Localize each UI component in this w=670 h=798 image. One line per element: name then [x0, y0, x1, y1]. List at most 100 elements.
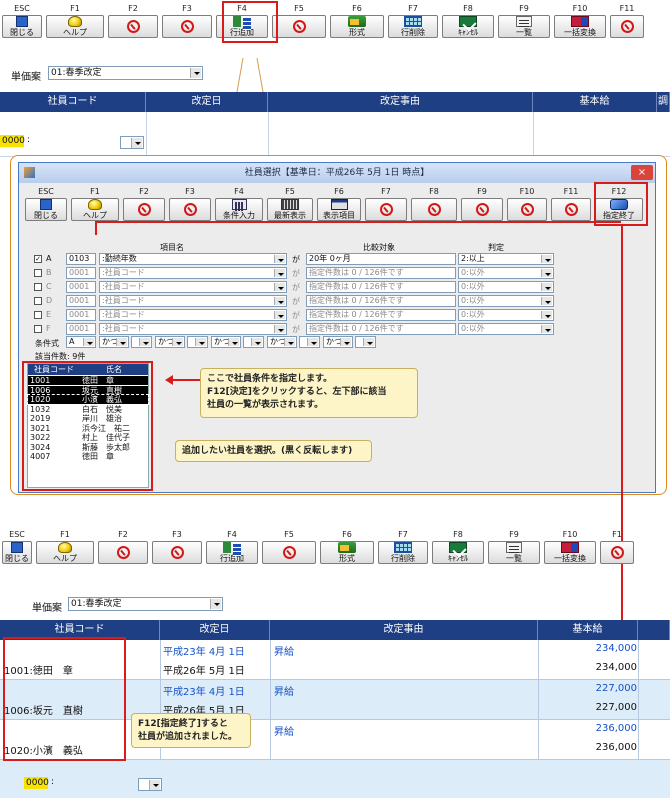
criteria-code[interactable]: 0001	[66, 267, 96, 279]
criteria-code[interactable]: 0001	[66, 295, 96, 307]
criteria-checkbox[interactable]	[34, 283, 42, 291]
fkey-button-f4[interactable]: 行追加	[206, 541, 258, 564]
condition-term-select-3[interactable]	[299, 336, 320, 348]
criteria-code[interactable]: 0001	[66, 281, 96, 293]
criteria-item-select[interactable]: :社員コード	[99, 281, 287, 293]
chevron-down-icon[interactable]	[83, 338, 94, 346]
chevron-down-icon[interactable]	[274, 297, 285, 305]
condition-op-select-2[interactable]: かつ	[211, 336, 241, 348]
bottom-code-input[interactable]: 0000	[24, 777, 49, 789]
criteria-checkbox[interactable]	[34, 297, 42, 305]
chevron-down-icon[interactable]	[139, 338, 150, 346]
fkey-button-f1[interactable]: ヘルプ	[46, 15, 104, 38]
dialog-title-bar[interactable]: 社員選択【基準日：平成26年 5月 1日 時点】	[19, 163, 655, 183]
chevron-down-icon[interactable]	[274, 325, 285, 333]
chevron-down-icon[interactable]	[541, 269, 552, 277]
chevron-down-icon[interactable]	[116, 338, 127, 346]
top-code-select[interactable]	[120, 136, 144, 149]
chevron-down-icon[interactable]	[274, 283, 285, 291]
criteria-compare-input[interactable]: 指定件数は 0 / 126件です	[306, 281, 456, 293]
fkey-button-f5[interactable]	[272, 15, 326, 38]
fkey-button-f11[interactable]	[551, 198, 591, 221]
condition-term-select-4[interactable]	[355, 336, 376, 348]
condition-op-select-3[interactable]: かつ	[267, 336, 297, 348]
fkey-button-f1[interactable]: ヘルプ	[71, 198, 119, 221]
condition-op-select-0[interactable]: かつ	[99, 336, 129, 348]
fkey-button-f4[interactable]: 条件入力	[215, 198, 263, 221]
fkey-button-f8[interactable]	[411, 198, 457, 221]
chevron-down-icon[interactable]	[541, 255, 552, 263]
fkey-button-f10[interactable]	[507, 198, 547, 221]
criteria-judge-select[interactable]: 2:以上	[458, 253, 554, 265]
fkey-button-f6[interactable]: 形式	[320, 541, 374, 564]
criteria-judge-select[interactable]: 0:以外	[458, 267, 554, 279]
criteria-compare-input[interactable]: 指定件数は 0 / 126件です	[306, 323, 456, 335]
criteria-code[interactable]: 0001	[66, 309, 96, 321]
col-extra[interactable]: 調	[657, 92, 670, 112]
criteria-item-select[interactable]: :社員コード	[99, 295, 287, 307]
chevron-down-icon[interactable]	[149, 780, 160, 790]
chevron-down-icon[interactable]	[131, 138, 142, 148]
chevron-down-icon[interactable]	[195, 338, 206, 346]
col-revision-date-bottom[interactable]: 改定日	[160, 620, 270, 640]
fkey-button-f1[interactable]	[600, 541, 634, 564]
fkey-button-f8[interactable]: ｷｬﾝｾﾙ	[432, 541, 484, 564]
col-base-salary[interactable]: 基本給	[533, 92, 657, 112]
fkey-button-f9[interactable]: 一覧	[488, 541, 540, 564]
criteria-judge-select[interactable]: 0:以外	[458, 323, 554, 335]
criteria-checkbox[interactable]: ✓	[34, 255, 42, 263]
chevron-down-icon[interactable]	[307, 338, 318, 346]
chevron-down-icon[interactable]	[340, 338, 351, 346]
col-revision-reason-bottom[interactable]: 改定事由	[270, 620, 538, 640]
fkey-button-f10[interactable]: 一括変換	[554, 15, 606, 38]
criteria-checkbox[interactable]	[34, 311, 42, 319]
chevron-down-icon[interactable]	[541, 297, 552, 305]
fkey-button-esc[interactable]: 閉じる	[25, 198, 67, 221]
criteria-item-select[interactable]: :勤続年数	[99, 253, 287, 265]
fkey-button-f8[interactable]: ｷｬﾝｾﾙ	[442, 15, 494, 38]
chevron-down-icon[interactable]	[274, 269, 285, 277]
fkey-button-f9[interactable]	[461, 198, 503, 221]
fkey-button-f7[interactable]	[365, 198, 407, 221]
col-revision-date[interactable]: 改定日	[146, 92, 268, 112]
fkey-button-f2[interactable]	[123, 198, 165, 221]
criteria-compare-input[interactable]: 指定件数は 0 / 126件です	[306, 309, 456, 321]
chevron-down-icon[interactable]	[274, 311, 285, 319]
criteria-checkbox[interactable]	[34, 325, 42, 333]
criteria-judge-select[interactable]: 0:以外	[458, 309, 554, 321]
criteria-judge-select[interactable]: 0:以外	[458, 295, 554, 307]
fkey-button-f2[interactable]	[98, 541, 148, 564]
fkey-button-f3[interactable]	[162, 15, 212, 38]
chevron-down-icon[interactable]	[541, 325, 552, 333]
criteria-compare-input[interactable]: 指定件数は 0 / 126件です	[306, 295, 456, 307]
chevron-down-icon[interactable]	[190, 68, 201, 78]
fkey-button-f5[interactable]: 最新表示	[267, 198, 313, 221]
bottom-code-select[interactable]	[138, 778, 162, 791]
criteria-item-select[interactable]: :社員コード	[99, 267, 287, 279]
fkey-button-f7[interactable]: 行削除	[378, 541, 428, 564]
plan-select-bottom[interactable]: 01:春季改定	[68, 597, 223, 611]
top-code-input[interactable]: 0000	[0, 135, 25, 147]
condition-term-select-2[interactable]	[243, 336, 264, 348]
fkey-button-f7[interactable]: 行削除	[388, 15, 438, 38]
criteria-checkbox[interactable]	[34, 269, 42, 277]
condition-op-select-1[interactable]: かつ	[155, 336, 185, 348]
chevron-down-icon[interactable]	[363, 338, 374, 346]
chevron-down-icon[interactable]	[172, 338, 183, 346]
fkey-button-f6[interactable]: 表示項目	[317, 198, 361, 221]
criteria-code[interactable]: 0001	[66, 323, 96, 335]
criteria-code[interactable]: 0103	[66, 253, 96, 265]
condition-term-select-0[interactable]	[131, 336, 152, 348]
fkey-button-f6[interactable]: 形式	[330, 15, 384, 38]
col-revision-reason[interactable]: 改定事由	[268, 92, 533, 112]
fkey-button-f3[interactable]	[169, 198, 211, 221]
chevron-down-icon[interactable]	[251, 338, 262, 346]
fkey-button-f2[interactable]	[108, 15, 158, 38]
chevron-down-icon[interactable]	[228, 338, 239, 346]
chevron-down-icon[interactable]	[284, 338, 295, 346]
criteria-compare-input[interactable]: 20年 0ヶ月	[306, 253, 456, 265]
fkey-button-f1[interactable]: ヘルプ	[36, 541, 94, 564]
criteria-judge-select[interactable]: 0:以外	[458, 281, 554, 293]
fkey-button-f3[interactable]	[152, 541, 202, 564]
criteria-item-select[interactable]: :社員コード	[99, 323, 287, 335]
